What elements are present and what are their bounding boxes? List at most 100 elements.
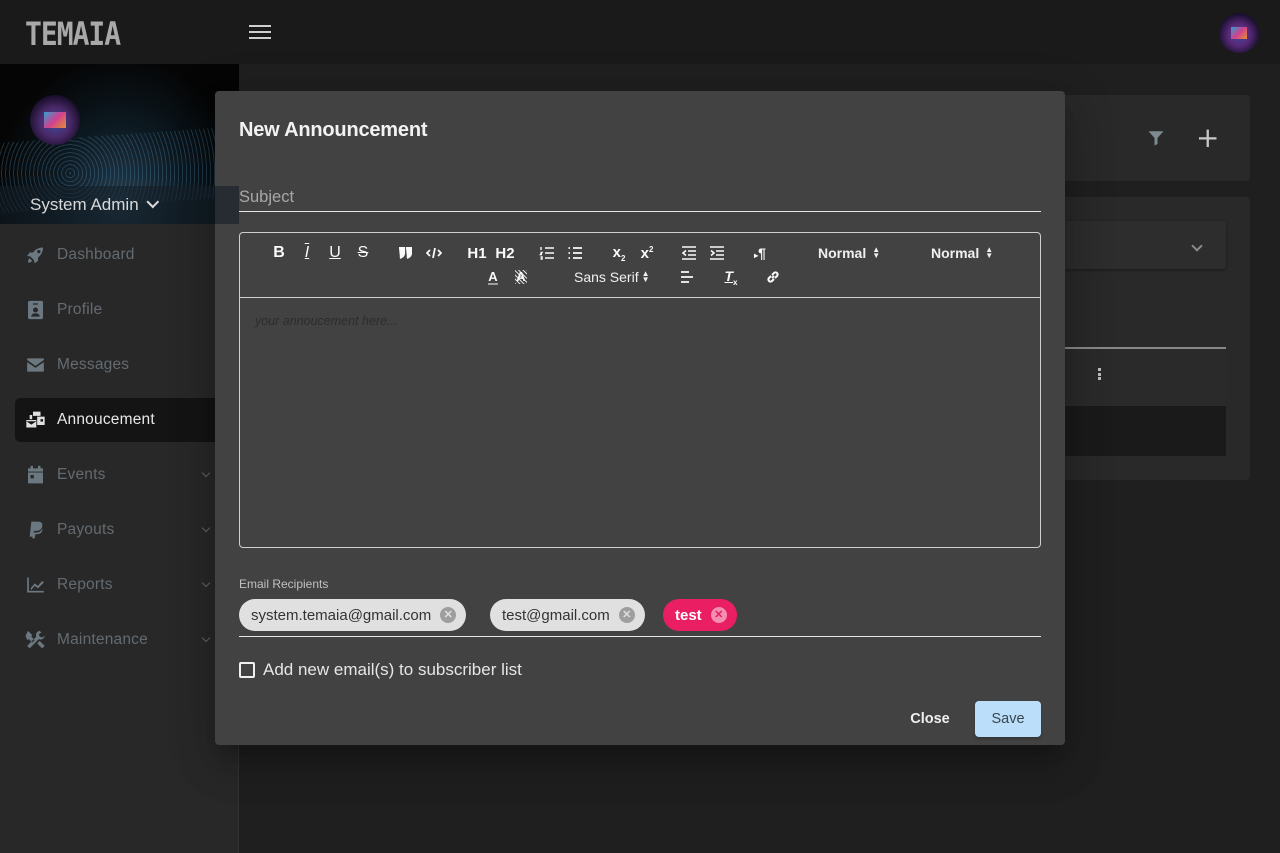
- sidebar-item-label: Messages: [57, 356, 130, 373]
- editor-content-area[interactable]: your annoucement here...: [240, 298, 1040, 547]
- sidebar-item-label: Profile: [57, 301, 103, 318]
- user-menu-toggle[interactable]: System Admin: [0, 186, 239, 224]
- sidebar-item-dashboard[interactable]: Dashboard: [0, 233, 239, 277]
- sidebar-item-label: Dashboard: [57, 246, 135, 263]
- sidebar-item-payouts[interactable]: Payouts: [0, 508, 239, 552]
- subject-field: [239, 183, 1041, 212]
- sidebar-item-maintenance[interactable]: Maintenance: [0, 618, 239, 662]
- size-select[interactable]: Normal ▲ ▼: [818, 243, 881, 263]
- recipient-chip[interactable]: system.temaia@gmail.com ✕: [239, 599, 467, 631]
- bullet-list-icon: [568, 247, 582, 259]
- hamburger-icon-bar: [249, 37, 271, 39]
- mail-bulk-icon: [24, 410, 46, 430]
- sidebar-item-label: Maintenance: [57, 631, 148, 648]
- id-badge-icon: [24, 300, 46, 320]
- header-select[interactable]: Normal ▲ ▼: [931, 243, 993, 263]
- select-arrows-icon: ▲ ▼: [872, 245, 881, 260]
- background-color-button[interactable]: A: [512, 267, 530, 287]
- code-icon: [426, 247, 442, 259]
- header1-button[interactable]: H1: [467, 243, 487, 263]
- sidebar-item-announcement[interactable]: Annoucement: [15, 398, 239, 442]
- chip-label: test: [675, 606, 702, 624]
- text-direction-button[interactable]: ▸¶: [750, 243, 770, 263]
- paypal-icon: [24, 520, 46, 540]
- font-select[interactable]: Sans Serif ▲ ▼: [574, 267, 650, 287]
- indent-icon: [710, 246, 724, 260]
- clear-format-icon: Tx: [724, 267, 738, 287]
- underline-icon: U: [329, 244, 341, 261]
- recipient-chip-invalid[interactable]: test ✕: [663, 599, 737, 631]
- sidebar-profile-header: System Admin: [0, 64, 239, 224]
- header2-icon: H2: [495, 244, 515, 262]
- remove-chip-icon[interactable]: ✕: [440, 607, 457, 623]
- align-button[interactable]: [678, 267, 696, 287]
- editor-placeholder: your annoucement here...: [255, 314, 398, 328]
- chip-label: test@gmail.com: [502, 606, 610, 624]
- outdent-icon: [681, 246, 696, 260]
- superscript-button[interactable]: x2: [637, 243, 657, 263]
- hamburger-icon-bar: [249, 25, 271, 27]
- remove-chip-icon[interactable]: ✕: [618, 607, 635, 623]
- superscript-icon: x2: [640, 244, 654, 262]
- sidebar: System Admin Dashboard Profile Messages …: [0, 64, 239, 853]
- subject-input[interactable]: [239, 183, 1041, 211]
- envelope-icon: [24, 355, 46, 375]
- more-vert-icon[interactable]: [1098, 368, 1102, 380]
- rocket-icon: [24, 245, 46, 265]
- sidebar-nav: Dashboard Profile Messages Annoucement E…: [0, 233, 239, 673]
- header1-icon: H1: [467, 244, 487, 262]
- hamburger-icon-bar: [249, 31, 271, 33]
- bold-icon: B: [273, 244, 285, 261]
- strike-button[interactable]: S: [354, 243, 372, 263]
- subscribe-checkbox-label: Add new email(s) to subscriber list: [263, 660, 522, 679]
- ordered-list-button[interactable]: [538, 243, 556, 263]
- subscribe-checkbox-row[interactable]: Add new email(s) to subscriber list: [239, 660, 522, 680]
- plus-icon[interactable]: +: [1196, 124, 1219, 152]
- chevron-down-icon: [201, 633, 211, 643]
- app-logo[interactable]: TEMAIA: [25, 15, 121, 54]
- new-announcement-dialog: New Announcement B I U S H1 H2 x2: [215, 91, 1065, 745]
- sidebar-item-profile[interactable]: Profile: [0, 288, 239, 332]
- quote-icon: [399, 247, 412, 259]
- indent-decrease-button[interactable]: [680, 243, 698, 263]
- recipient-chip[interactable]: test@gmail.com ✕: [490, 599, 645, 631]
- italic-icon: I: [304, 244, 310, 261]
- text-color-button[interactable]: A: [484, 267, 502, 287]
- sidebar-item-label: Annoucement: [57, 411, 155, 428]
- sidebar-item-label: Events: [57, 466, 106, 483]
- sidebar-item-messages[interactable]: Messages: [0, 343, 239, 387]
- chevron-down-icon: [201, 523, 211, 533]
- top-app-bar: TEMAIA: [0, 0, 1280, 64]
- chevron-down-icon: [201, 578, 211, 588]
- user-avatar-button[interactable]: [1219, 13, 1259, 53]
- bold-button[interactable]: B: [270, 243, 288, 263]
- header2-button[interactable]: H2: [495, 243, 515, 263]
- menu-toggle-button[interactable]: [249, 25, 271, 41]
- rtl-paragraph-icon: ▸¶: [754, 245, 766, 261]
- remove-chip-icon[interactable]: ✕: [710, 607, 727, 623]
- save-button[interactable]: Save: [975, 701, 1041, 737]
- user-name: System Admin: [30, 195, 139, 214]
- sidebar-item-reports[interactable]: Reports: [0, 563, 239, 607]
- link-button[interactable]: [764, 267, 782, 287]
- bullet-list-button[interactable]: [566, 243, 584, 263]
- link-icon: [767, 271, 779, 283]
- strikethrough-icon: S: [357, 244, 369, 261]
- clear-format-button[interactable]: Tx: [722, 267, 740, 287]
- close-button[interactable]: Close: [897, 701, 963, 737]
- rich-text-editor: B I U S H1 H2 x2 x2 ▸¶ Normal ▲ ▼ Normal…: [239, 232, 1041, 548]
- sidebar-item-events[interactable]: Events: [0, 453, 239, 497]
- sidebar-avatar: [30, 95, 80, 145]
- italic-button[interactable]: I: [298, 243, 316, 263]
- chart-line-icon: [24, 575, 46, 595]
- recipients-chip-input[interactable]: system.temaia@gmail.com ✕ test@gmail.com…: [239, 597, 1041, 637]
- subscript-button[interactable]: x2: [609, 243, 629, 263]
- dialog-title: New Announcement: [239, 119, 428, 141]
- blockquote-button[interactable]: [396, 243, 414, 263]
- editor-toolbar: B I U S H1 H2 x2 x2 ▸¶ Normal ▲ ▼ Normal…: [240, 233, 1040, 298]
- subscribe-checkbox[interactable]: [239, 662, 255, 678]
- filter-icon[interactable]: [1147, 129, 1165, 147]
- indent-increase-button[interactable]: [708, 243, 726, 263]
- underline-button[interactable]: U: [326, 243, 344, 263]
- code-block-button[interactable]: [425, 243, 443, 263]
